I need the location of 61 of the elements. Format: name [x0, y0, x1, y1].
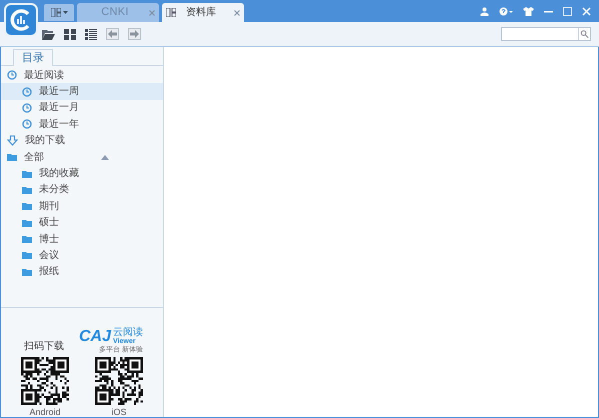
tree-label: 期刊 — [39, 200, 59, 214]
folder-icon[interactable] — [42, 28, 55, 40]
cnki-logo: CNKI — [100, 5, 130, 20]
sidebar-tab[interactable]: 目录 — [13, 49, 53, 66]
tree-item[interactable]: 硕士 — [1, 214, 163, 231]
forward-arrow-icon[interactable] — [128, 28, 141, 40]
maximize-icon[interactable] — [563, 7, 572, 16]
tree-label: 会议 — [39, 248, 59, 263]
clock-icon — [7, 70, 17, 80]
tree-label: 最近阅读 — [24, 68, 64, 83]
tree-label: 我的收藏 — [39, 166, 79, 182]
tree-item[interactable]: 未分类 — [1, 182, 163, 198]
tree-label: 全部 — [24, 150, 44, 165]
platform-label: Android — [29, 406, 61, 418]
tree-item[interactable]: 博士 — [1, 230, 163, 248]
tree-label: 最近一周 — [39, 84, 79, 100]
caret-icon — [62, 11, 68, 14]
tree-item[interactable]: 全部 — [1, 148, 163, 166]
grid-icon — [50, 8, 60, 17]
close-icon[interactable] — [149, 10, 155, 16]
clock-icon — [22, 86, 32, 97]
app-logo-icon[interactable] — [4, 3, 38, 37]
tree-label: 最近一年 — [39, 118, 79, 132]
tree-label: 我的下载 — [25, 134, 65, 148]
tree-item[interactable]: 最近一月 — [1, 100, 163, 116]
caj-logo: CAJ — [78, 328, 111, 344]
download-icon — [7, 135, 18, 146]
tree-item[interactable]: 最近阅读 — [1, 67, 163, 84]
search-field[interactable] — [501, 27, 591, 41]
platform-label: iOS — [111, 406, 126, 418]
qr-code — [21, 357, 69, 405]
tree-label: 硕士 — [39, 216, 59, 230]
scan-label: 扫码下载 — [24, 340, 64, 354]
grid-icon — [166, 8, 176, 17]
tab[interactable]: 资料库 — [162, 3, 244, 22]
tree-label: 未分类 — [39, 182, 69, 198]
tab-label: 资料库 — [186, 6, 217, 20]
logo-chinese-text: 云阅读 — [113, 328, 143, 338]
tree-item[interactable]: 我的下载 — [1, 132, 163, 149]
shirt-icon[interactable] — [523, 7, 534, 16]
tree-label: 博士 — [39, 232, 59, 247]
help-icon[interactable] — [499, 7, 513, 16]
tree-item[interactable]: 报纸 — [1, 264, 163, 280]
tree-item[interactable]: 最近一年 — [1, 116, 163, 133]
qr-code — [95, 357, 143, 405]
list-view-icon[interactable] — [85, 28, 97, 40]
tree-item[interactable]: 最近一周 — [1, 83, 163, 100]
tree-item[interactable]: 期刊 — [1, 198, 163, 215]
clock-icon — [22, 119, 32, 130]
clock-icon — [22, 102, 32, 113]
tree-label: 最近一月 — [39, 100, 79, 116]
tree-label: 报纸 — [39, 264, 59, 280]
collapse-arrow-icon[interactable] — [101, 154, 109, 160]
user-icon[interactable] — [480, 7, 489, 16]
back-arrow-icon[interactable] — [106, 28, 119, 40]
tree-item[interactable]: 我的收藏 — [1, 165, 163, 182]
layout-menu-button[interactable] — [44, 4, 74, 21]
close-icon[interactable] — [234, 10, 240, 16]
search-icon[interactable] — [578, 28, 590, 40]
grid-view-icon[interactable] — [64, 28, 76, 40]
tree-item[interactable]: 会议 — [1, 247, 163, 264]
